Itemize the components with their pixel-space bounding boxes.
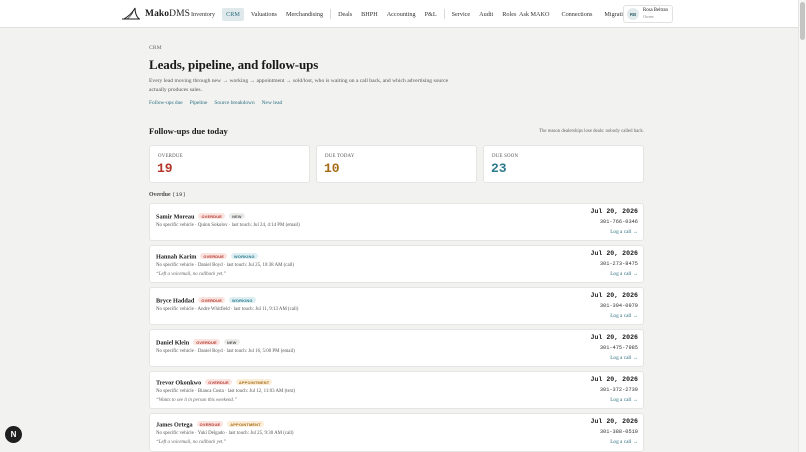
- status-badge-overdue: OVERDUE: [198, 213, 226, 219]
- nav-item-inventory[interactable]: Inventory: [189, 8, 217, 21]
- lead-meta: No specific vehicle · Yuki Delgado · las…: [156, 431, 294, 436]
- avatar: RB: [627, 8, 639, 20]
- stat-value: 10: [324, 161, 340, 176]
- lead-meta: No specific vehicle · Daniel Boyd · last…: [156, 263, 294, 268]
- lead-meta: No specific vehicle · Daniel Boyd · last…: [156, 349, 295, 354]
- brand-name: MakoDMS: [145, 8, 191, 19]
- log-call-link[interactable]: Log a call →: [610, 229, 638, 235]
- lead-name[interactable]: Hannah Karim OVERDUE WORKING: [156, 253, 258, 261]
- status-badge-working: WORKING: [231, 253, 258, 259]
- lead-phone[interactable]: 301-273-8475: [600, 261, 638, 267]
- stat-card-due-soon[interactable]: DUE SOON 23: [483, 145, 644, 183]
- lead-note: “Left a voicemail, no callback yet.”: [156, 272, 227, 277]
- lead-meta: No specific vehicle · Bianca Costa · las…: [156, 389, 296, 394]
- followups-title: Follow-ups due today: [149, 126, 228, 136]
- status-badge-appointment: APPOINTMENT: [227, 421, 264, 427]
- log-call-link[interactable]: Log a call →: [610, 271, 638, 277]
- nav-item-deals[interactable]: Deals: [336, 8, 354, 21]
- brand-logo[interactable]: MakoDMS: [121, 7, 190, 20]
- nav-item-service[interactable]: Service: [450, 8, 473, 21]
- stat-value: 19: [157, 161, 173, 176]
- followup-date: Jul 20, 2026: [590, 418, 638, 425]
- status-badge-overdue: OVERDUE: [196, 421, 224, 427]
- log-call-link[interactable]: Log a call →: [610, 355, 638, 361]
- nav-item-audit[interactable]: Audit: [477, 8, 495, 21]
- status-badge-new: NEW: [229, 213, 245, 219]
- lead-meta: No specific vehicle · Andre Whitfield · …: [156, 307, 299, 312]
- page-scrollbar[interactable]: [798, 0, 806, 452]
- nav-item-connections[interactable]: Connections: [559, 8, 594, 21]
- subnav-link-pipeline[interactable]: Pipeline: [190, 100, 208, 106]
- scroll-thumb[interactable]: [800, 2, 805, 40]
- nav-item-ask-mako[interactable]: Ask MAKO: [517, 8, 551, 21]
- nav-item-bhph[interactable]: BHPH: [359, 8, 380, 21]
- nav-item-roles[interactable]: Roles: [500, 8, 518, 21]
- lead-phone[interactable]: 301-475-7985: [600, 345, 638, 351]
- nav-item-crm[interactable]: CRM: [222, 7, 244, 21]
- lead-phone[interactable]: 301-372-2739: [600, 387, 638, 393]
- section-eyebrow: CRM: [149, 45, 162, 51]
- lead-row[interactable]: Trevor Okonkwo OVERDUE APPOINTMENT No speci…: [149, 371, 644, 409]
- stat-card-due-today[interactable]: DUE TODAY 10: [316, 145, 477, 183]
- stat-label: DUE TODAY: [325, 154, 355, 159]
- lead-name[interactable]: Trevor Okonkwo OVERDUE APPOINTMENT: [156, 379, 273, 387]
- lead-name[interactable]: Samir Moreau OVERDUE NEW: [156, 213, 245, 221]
- subnav-link-new-lead[interactable]: New lead: [262, 100, 283, 106]
- lead-row[interactable]: Bryce Haddad OVERDUE WORKING No specific ve…: [149, 287, 644, 325]
- lead-row[interactable]: James Ortega OVERDUE APPOINTMENT No specifi…: [149, 413, 644, 452]
- main-nav: Inventory CRM Valuations Merchandising Deals…: [189, 0, 523, 28]
- top-nav: MakoDMS Inventory CRM Valuations Merchandis…: [0, 0, 798, 28]
- assistant-button[interactable]: N: [5, 426, 22, 443]
- lead-row[interactable]: Daniel Klein OVERDUE NEW No specific vehicl…: [149, 329, 644, 367]
- subnav-link-follow-ups-due[interactable]: Follow-ups due: [149, 100, 183, 106]
- nav-item-p-l[interactable]: P&L: [423, 8, 439, 21]
- lead-name[interactable]: Daniel Klein OVERDUE NEW: [156, 339, 240, 347]
- followup-date: Jul 20, 2026: [590, 292, 638, 299]
- log-call-link[interactable]: Log a call →: [610, 439, 638, 445]
- nav-divider: [330, 9, 332, 19]
- secondary-nav: Ask MAKO Connections Migration: [517, 0, 639, 28]
- overdue-count: (19): [172, 191, 186, 198]
- page-description: Every lead moving through new → working …: [149, 78, 449, 93]
- status-badge-overdue: OVERDUE: [205, 379, 232, 385]
- overdue-list-heading: Overdue (19): [149, 191, 186, 198]
- status-badge-overdue: OVERDUE: [198, 297, 225, 303]
- followup-date: Jul 20, 2026: [590, 208, 638, 215]
- lead-name[interactable]: James Ortega OVERDUE APPOINTMENT: [156, 421, 264, 429]
- user-role: Owner: [643, 13, 654, 19]
- status-badge-overdue: OVERDUE: [193, 339, 220, 345]
- lead-phone[interactable]: 301-766-0346: [600, 219, 638, 225]
- user-menu[interactable]: RB Rosa Beltran Owner: [623, 5, 673, 23]
- lead-note: “Left a voicemail, no callback yet.”: [156, 440, 227, 445]
- log-call-link[interactable]: Log a call →: [610, 313, 638, 319]
- status-badge-new: NEW: [223, 339, 240, 345]
- nav-item-merchandising[interactable]: Merchandising: [284, 8, 325, 21]
- nav-item-valuations[interactable]: Valuations: [249, 8, 279, 21]
- shark-fin-icon: [122, 7, 140, 20]
- lead-phone[interactable]: 301-388-0510: [600, 429, 638, 435]
- lead-phone[interactable]: 301-394-0979: [600, 303, 638, 309]
- followup-date: Jul 20, 2026: [590, 250, 638, 257]
- followup-date: Jul 20, 2026: [590, 334, 638, 341]
- stat-label: OVERDUE: [158, 154, 183, 159]
- lead-row[interactable]: Hannah Karim OVERDUE WORKING No specific ve…: [149, 245, 644, 283]
- nav-divider: [443, 9, 445, 19]
- followup-date: Jul 20, 2026: [590, 376, 638, 383]
- status-badge-working: WORKING: [228, 297, 256, 303]
- lead-note: “Wants to see it in person this weekend.…: [156, 398, 237, 403]
- status-badge-appointment: APPOINTMENT: [235, 379, 273, 385]
- log-call-link[interactable]: Log a call →: [610, 397, 638, 403]
- status-badge-overdue: OVERDUE: [200, 253, 228, 259]
- lead-row[interactable]: Samir Moreau OVERDUE NEW No specific vehicl…: [149, 203, 644, 241]
- stat-value: 23: [491, 161, 507, 176]
- lead-name[interactable]: Bryce Haddad OVERDUE WORKING: [156, 297, 256, 305]
- stat-card-overdue[interactable]: OVERDUE 19: [149, 145, 310, 183]
- stat-label: DUE SOON: [492, 154, 519, 159]
- crm-subnav: Follow-ups due Pipeline Source breakdown Ne…: [149, 100, 289, 106]
- subnav-link-source-breakdown[interactable]: Source breakdown: [214, 100, 254, 106]
- page-title: Leads, pipeline, and follow-ups: [149, 57, 319, 72]
- followups-note: The reason dealerships lose deals: nobod…: [539, 129, 644, 134]
- nav-item-accounting[interactable]: Accounting: [385, 8, 418, 21]
- lead-meta: No specific vehicle · Quinn Sokolov · la…: [156, 223, 300, 228]
